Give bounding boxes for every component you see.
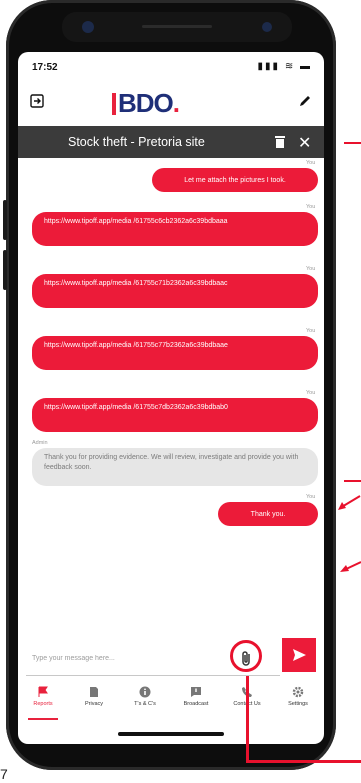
sender-label: You [306,390,316,396]
nav-item-settings[interactable]: Settings [273,686,323,724]
page-number: 7 [0,766,8,782]
status-bar: 17:52 ▮▮▮ ≋ ▬ [18,52,324,82]
sender-label: You [306,494,316,500]
message-composer [18,638,324,680]
home-indicator[interactable] [118,732,224,736]
annotation-line [246,676,249,762]
nav-label: Settings [288,701,308,707]
nav-item-reports[interactable]: Reports [18,686,68,724]
trash-icon[interactable] [274,135,286,149]
camera-icon [82,21,94,33]
sender-label: You [306,160,316,166]
logout-icon[interactable] [30,94,44,108]
sender-label: Admin [32,440,48,446]
message-bubble[interactable]: https://www.tipoff.app/media /61755c7db2… [32,398,318,432]
active-tab-indicator [28,718,58,720]
app-header: BDO. [18,80,324,124]
logo-text: BDO [118,88,174,118]
paperclip-icon[interactable] [240,650,254,668]
nav-label: Privacy [84,701,104,707]
conversation-title: Stock theft - Pretoria site [68,135,205,149]
message-bubble[interactable]: https://www.tipoff.app/media /61755c77b2… [32,336,318,370]
send-icon [293,649,306,661]
nav-label: T's & C's [134,701,156,707]
status-time: 17:52 [32,62,58,73]
annotation-arrow [340,561,361,572]
status-indicators: ▮▮▮ ≋ ▬ [257,61,312,72]
nav-label: Broadcast [183,701,209,707]
message-bubble: Thank you. [218,502,318,526]
app-screen: 17:52 ▮▮▮ ≋ ▬ BDO. Stock theft - Pretori… [18,52,324,744]
broadcast-icon [191,687,201,697]
annotation-line [246,760,361,763]
gear-icon [292,686,304,698]
sender-label: You [306,328,316,334]
annotation-line [344,480,361,482]
nav-label: Reports [33,701,53,707]
nav-item-broadcast[interactable]: Broadcast [171,686,221,724]
sensor-housing [62,12,292,42]
bdo-logo: BDO. [112,88,180,119]
nav-item-terms[interactable]: T's & C's [120,686,170,724]
message-bubble[interactable]: https://www.tipoff.app/media /61755c71b2… [32,274,318,308]
logo-bar [112,93,116,115]
volume-button [3,200,7,240]
sender-label: You [306,266,316,272]
message-bubble: Let me attach the pictures I took. [152,168,318,192]
bottom-nav: Reports Privacy T's & C's Broadcast Cont… [18,684,324,726]
send-button[interactable] [282,638,316,672]
logo-dot: . [172,88,180,118]
annotation-arrow [338,495,361,510]
message-list: You Let me attach the pictures I took. Y… [18,158,324,628]
flag-icon [38,686,48,697]
sensor-icon [262,22,272,32]
speaker-grille [142,25,212,28]
nav-item-privacy[interactable]: Privacy [69,686,119,724]
edit-icon[interactable] [298,94,312,108]
close-icon[interactable]: ✕ [298,133,311,153]
conversation-title-bar: Stock theft - Pretoria site ✕ [18,126,324,158]
annotation-line [344,142,361,144]
document-icon [90,687,98,697]
message-bubble: Thank you for providing evidence. We wil… [32,448,318,486]
volume-button [3,250,7,290]
message-bubble[interactable]: https://www.tipoff.app/media /61755c6cb2… [32,212,318,246]
sender-label: You [306,204,316,210]
info-icon [139,686,151,698]
